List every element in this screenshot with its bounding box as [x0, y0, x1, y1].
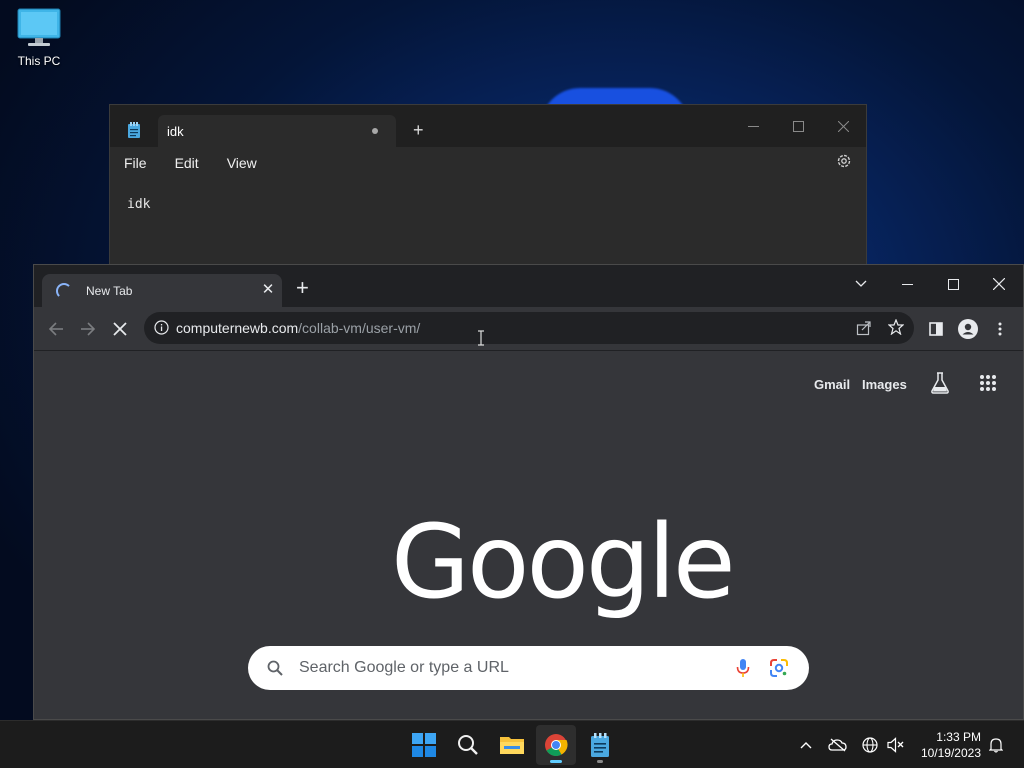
desktop-icon-label: This PC — [17, 54, 61, 68]
images-link[interactable]: Images — [862, 377, 907, 392]
site-info-icon[interactable] — [154, 320, 169, 340]
monitor-icon — [17, 8, 61, 48]
chrome-toolbar: computernewb.com/collab-vm/user-vm/ — [34, 307, 1023, 351]
url-host: computernewb.com — [176, 320, 299, 336]
side-panel-icon[interactable] — [924, 317, 948, 341]
forward-arrow-icon[interactable] — [76, 317, 100, 341]
menu-view[interactable]: View — [227, 155, 257, 171]
file-explorer-icon[interactable] — [492, 725, 532, 765]
network-globe-icon[interactable] — [860, 735, 880, 755]
stop-loading-icon[interactable] — [108, 317, 132, 341]
notification-bell-icon[interactable] — [986, 735, 1006, 755]
notepad-window[interactable]: idk + File Edit View idk — [109, 104, 867, 272]
chrome-menu-kebab-icon[interactable] — [988, 317, 1012, 341]
chrome-tab-title: New Tab — [86, 283, 133, 298]
notepad-menubar: File Edit View — [110, 147, 866, 179]
profile-avatar-icon[interactable] — [956, 317, 980, 341]
notepad-icon[interactable] — [580, 725, 620, 765]
notepad-icon — [127, 122, 141, 143]
chrome-minimize-button[interactable] — [884, 269, 930, 299]
chrome-icon[interactable] — [536, 725, 576, 765]
bookmark-star-icon[interactable] — [887, 318, 905, 340]
menu-file[interactable]: File — [124, 155, 147, 171]
notepad-tab[interactable]: idk — [158, 115, 396, 147]
system-clock[interactable]: 1:33 PM 10/19/2023 — [913, 729, 981, 761]
google-search-box[interactable]: Search Google or type a URL — [248, 646, 809, 690]
chrome-tabstrip[interactable]: New Tab ✕ + — [34, 265, 1023, 307]
chrome-window[interactable]: New Tab ✕ + computernewb.com/collab-vm/u… — [33, 264, 1024, 720]
notepad-titlebar[interactable]: idk + — [110, 105, 866, 147]
notepad-new-tab-button[interactable]: + — [413, 121, 424, 139]
onedrive-offline-icon[interactable] — [828, 735, 848, 755]
notepad-text-area[interactable]: idk — [127, 197, 150, 212]
clock-date: 10/19/2023 — [920, 746, 981, 760]
chrome-close-button[interactable] — [976, 269, 1022, 299]
url-path: /collab-vm/user-vm/ — [298, 320, 421, 336]
clock-time: 1:33 PM — [936, 730, 981, 744]
text-cursor-icon — [476, 330, 486, 351]
search-icon[interactable] — [448, 725, 488, 765]
google-lens-icon[interactable] — [769, 658, 789, 683]
chrome-maximize-button[interactable] — [930, 269, 976, 299]
share-icon[interactable] — [856, 320, 872, 341]
desktop-icon-this-pc[interactable]: This PC — [8, 8, 70, 68]
notepad-minimize-button[interactable] — [730, 111, 776, 141]
tab-close-icon[interactable]: ✕ — [260, 282, 276, 298]
volume-muted-icon[interactable] — [886, 735, 906, 755]
new-tab-page: Gmail Images Google Search Google or typ… — [34, 351, 1023, 719]
menu-edit[interactable]: Edit — [175, 155, 199, 171]
gmail-link[interactable]: Gmail — [814, 377, 850, 392]
chrome-tab[interactable]: New Tab ✕ — [42, 274, 282, 307]
notepad-close-button[interactable] — [820, 111, 866, 141]
tray-overflow-chevron-icon[interactable] — [796, 735, 816, 755]
google-logo: Google — [391, 503, 736, 622]
address-url[interactable]: computernewb.com/collab-vm/user-vm/ — [176, 320, 420, 336]
voice-search-mic-icon[interactable] — [736, 658, 750, 683]
address-bar[interactable]: computernewb.com/collab-vm/user-vm/ — [144, 312, 914, 344]
notepad-running-indicator — [597, 760, 603, 763]
unsaved-dot-icon[interactable] — [372, 128, 378, 134]
apps-grid-icon[interactable] — [979, 374, 997, 397]
tab-search-chevron-icon[interactable] — [838, 269, 884, 299]
start-icon[interactable] — [404, 725, 444, 765]
chrome-new-tab-button[interactable]: + — [296, 277, 309, 299]
back-arrow-icon[interactable] — [44, 317, 68, 341]
loading-spinner-icon — [56, 282, 72, 299]
chrome-active-indicator — [550, 760, 562, 763]
settings-gear-icon[interactable] — [836, 153, 852, 174]
notepad-tab-title: idk — [167, 123, 184, 139]
taskbar: 1:33 PM 10/19/2023 — [0, 720, 1024, 768]
notepad-maximize-button[interactable] — [775, 111, 821, 141]
search-icon — [267, 660, 283, 681]
search-placeholder: Search Google or type a URL — [299, 659, 509, 676]
labs-flask-icon[interactable] — [930, 372, 950, 399]
